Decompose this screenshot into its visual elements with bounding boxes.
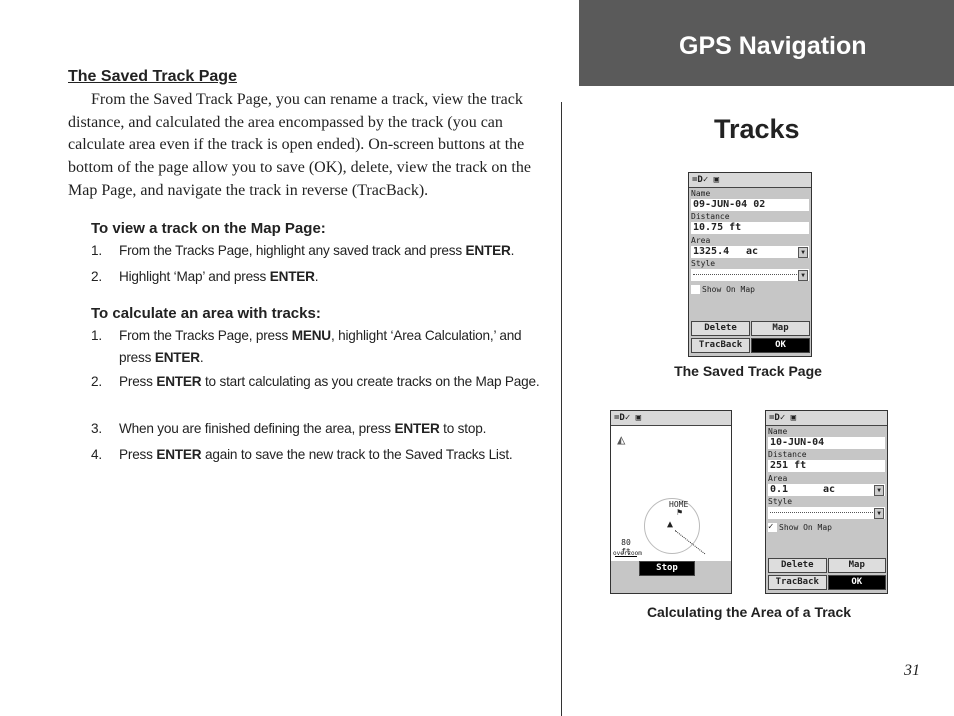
key-name: ENTER bbox=[269, 269, 315, 284]
status-bar: =D✓ ▣ bbox=[611, 411, 731, 426]
step-text: Press ENTER again to save the new track … bbox=[119, 444, 541, 466]
area-value: 0.1 bbox=[770, 484, 789, 495]
delete-button[interactable]: Delete bbox=[768, 558, 827, 573]
text: to start calculating as you create track… bbox=[201, 374, 540, 389]
name-field[interactable]: 10-JUN-04 bbox=[768, 437, 885, 449]
list-item: 4. Press ENTER again to save the new trac… bbox=[91, 444, 541, 466]
name-label: Name bbox=[691, 189, 711, 198]
key-name: ENTER bbox=[156, 447, 202, 462]
paragraph-text: From the Saved Track Page, you can renam… bbox=[68, 91, 531, 199]
list-item: 1. From the Tracks Page, highlight any sa… bbox=[91, 240, 541, 262]
caption-saved-track: The Saved Track Page bbox=[674, 363, 822, 379]
dropdown-arrow-icon[interactable]: ▼ bbox=[874, 508, 884, 519]
key-name: ENTER bbox=[156, 374, 202, 389]
dropdown-arrow-icon[interactable]: ▼ bbox=[798, 270, 808, 281]
key-name: MENU bbox=[291, 328, 331, 343]
distance-label: Distance bbox=[691, 212, 730, 221]
tracback-button[interactable]: TracBack bbox=[691, 338, 750, 353]
area-value: 1325.4 bbox=[693, 246, 730, 257]
step-text: Highlight ‘Map’ and press ENTER. bbox=[119, 266, 541, 288]
flag-icon: ⚑ bbox=[677, 508, 683, 518]
step-number: 4. bbox=[91, 447, 102, 462]
style-dropdown[interactable]: ▼ bbox=[691, 269, 809, 281]
text: Press bbox=[119, 447, 157, 462]
text: to stop. bbox=[439, 421, 487, 436]
ok-button[interactable]: OK bbox=[827, 575, 886, 590]
step-text: From the Tracks Page, press MENU, highli… bbox=[119, 325, 541, 369]
distance-label: Distance bbox=[768, 450, 807, 459]
style-label: Style bbox=[768, 497, 793, 506]
style-label: Style bbox=[691, 259, 716, 268]
area-unit: ac bbox=[746, 246, 759, 257]
map-button[interactable]: Map bbox=[751, 321, 810, 336]
text: . bbox=[199, 350, 204, 365]
page-number: 31 bbox=[904, 662, 920, 679]
subsection-heading: The Saved Track Page bbox=[68, 68, 237, 85]
step-text: Press ENTER to start calculating as you … bbox=[119, 371, 541, 393]
column-divider bbox=[561, 102, 562, 716]
map-button[interactable]: Map bbox=[827, 558, 886, 573]
text: From the Tracks Page, highlight any save… bbox=[119, 243, 466, 258]
dropdown-arrow-icon[interactable]: ▼ bbox=[874, 485, 884, 496]
status-bar: =D✓ ▣ bbox=[766, 411, 887, 426]
area-field[interactable]: 1325.4 ac ▼ bbox=[691, 246, 809, 258]
caption-area: Calculating the Area of a Track bbox=[646, 604, 852, 620]
step-text: When you are finished defining the area,… bbox=[119, 418, 541, 440]
step-number: 1. bbox=[91, 328, 102, 343]
step-text: From the Tracks Page, highlight any save… bbox=[119, 240, 541, 262]
intro-paragraph: From the Saved Track Page, you can renam… bbox=[68, 89, 543, 203]
dropdown-arrow-icon[interactable]: ▼ bbox=[798, 247, 808, 258]
name-field[interactable]: 09-JUN-04 02 bbox=[691, 199, 809, 211]
list-item: 2. Press ENTER to start calculating as yo… bbox=[91, 371, 541, 393]
section-title: GPS Navigation bbox=[679, 32, 867, 60]
key-name: ENTER bbox=[394, 421, 440, 436]
status-bar: =D✓ ▣ bbox=[689, 173, 811, 188]
distance-field: 251 ft bbox=[768, 460, 885, 472]
list-item: 3. When you are finished defining the are… bbox=[91, 418, 541, 440]
area-field[interactable]: 0.1 ac ▼ bbox=[768, 484, 885, 496]
show-on-map-label: Show On Map bbox=[702, 285, 755, 294]
text: Press bbox=[119, 374, 157, 389]
step-number: 2. bbox=[91, 374, 102, 389]
section-header: GPS Navigation bbox=[579, 0, 954, 86]
key-name: ENTER bbox=[154, 350, 200, 365]
tracback-button[interactable]: TracBack bbox=[768, 575, 827, 590]
text: From the Tracks Page, press bbox=[119, 328, 292, 343]
text: . bbox=[314, 269, 319, 284]
device-screen-saved: =D✓ ▣ Name 09-JUN-04 02 Distance 10.75 f… bbox=[688, 172, 812, 357]
device-screen-map: =D✓ ▣ ◭ HOME ⚑ ▲ 80 ft overzoom Stop bbox=[610, 410, 732, 594]
map-view[interactable]: ◭ HOME ⚑ ▲ 80 ft overzoom bbox=[611, 426, 731, 561]
step-number: 1. bbox=[91, 243, 102, 258]
step-number: 2. bbox=[91, 269, 102, 284]
delete-button[interactable]: Delete bbox=[691, 321, 750, 336]
list-item: 2. Highlight ‘Map’ and press ENTER. bbox=[91, 266, 541, 288]
list-item: 1. From the Tracks Page, press MENU, high… bbox=[91, 325, 541, 369]
view-heading: To view a track on the Map Page: bbox=[91, 220, 326, 237]
show-on-map-checkbox[interactable]: ✓ bbox=[768, 523, 777, 532]
key-name: ENTER bbox=[465, 243, 511, 258]
area-label: Area bbox=[768, 474, 788, 483]
name-label: Name bbox=[768, 427, 788, 436]
show-on-map-checkbox[interactable] bbox=[691, 285, 700, 294]
text: Highlight ‘Map’ and press bbox=[119, 269, 270, 284]
page-title: Tracks bbox=[714, 114, 800, 144]
text: again to save the new track to the Saved… bbox=[201, 447, 513, 462]
stop-button[interactable]: Stop bbox=[639, 561, 695, 576]
overzoom-label: overzoom bbox=[613, 550, 642, 557]
text: . bbox=[510, 243, 515, 258]
calc-heading: To calculate an area with tracks: bbox=[91, 305, 321, 322]
position-arrow-icon: ▲ bbox=[667, 519, 674, 530]
show-on-map-label: Show On Map bbox=[779, 523, 832, 532]
style-dropdown[interactable]: ▼ bbox=[768, 507, 885, 519]
pointer-icon: ◭ bbox=[617, 432, 626, 448]
distance-field: 10.75 ft bbox=[691, 222, 809, 234]
text: When you are finished defining the area,… bbox=[119, 421, 395, 436]
area-unit: ac bbox=[823, 484, 836, 495]
device-screen-calc: =D✓ ▣ Name 10-JUN-04 Distance 251 ft Are… bbox=[765, 410, 888, 594]
area-label: Area bbox=[691, 236, 711, 245]
step-number: 3. bbox=[91, 421, 102, 436]
ok-button[interactable]: OK bbox=[751, 338, 810, 353]
